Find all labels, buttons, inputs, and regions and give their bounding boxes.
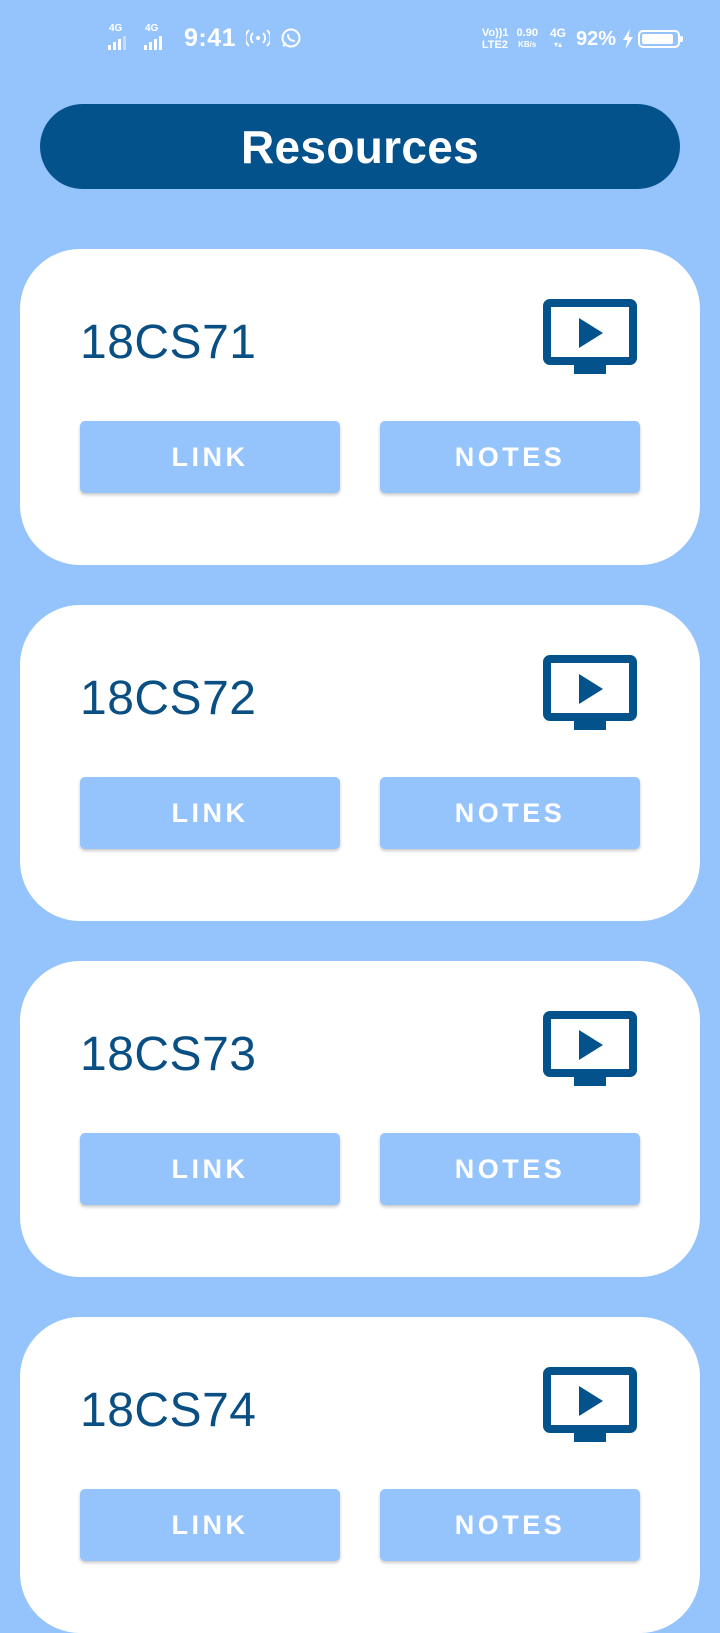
page-title: Resources <box>241 120 479 173</box>
notes-button[interactable]: NOTES <box>380 1489 640 1561</box>
network-speed: 0.90 KB/s <box>517 27 538 51</box>
battery-fill <box>642 34 673 44</box>
whatsapp-icon <box>281 28 301 48</box>
course-card: 18CS73 LINK NOTES <box>20 961 700 1277</box>
volte-indicator: Vo))1 LTE2 <box>482 27 509 51</box>
link-button[interactable]: LINK <box>80 421 340 493</box>
speed-unit: KB/s <box>518 40 537 49</box>
sim2-signal-icon: 4G <box>144 24 174 52</box>
battery-icon <box>638 30 683 48</box>
status-time: 9:41 <box>184 23 237 52</box>
battery-percent: 92% <box>575 27 616 50</box>
notes-button[interactable]: NOTES <box>380 1133 640 1205</box>
notes-button[interactable]: NOTES <box>380 777 640 849</box>
data-activity-icon: ▾▴ <box>553 40 562 49</box>
status-bar-left: 4G 4G 9:41 <box>108 22 302 54</box>
data-network-indicator: 4G ▾▴ <box>550 27 566 51</box>
link-button[interactable]: LINK <box>80 1489 340 1561</box>
video-play-icon[interactable] <box>543 1011 637 1089</box>
bolt-icon <box>623 29 633 49</box>
volte-line2: LTE2 <box>481 39 508 51</box>
video-play-icon[interactable] <box>543 1367 637 1445</box>
hotspot-icon <box>246 29 271 47</box>
link-button[interactable]: LINK <box>80 1133 340 1205</box>
notes-button[interactable]: NOTES <box>380 421 640 493</box>
course-card: 18CS71 LINK NOTES <box>20 249 700 565</box>
sim1-network-label: 4G <box>109 23 123 34</box>
course-card: 18CS72 LINK NOTES <box>20 605 700 921</box>
status-bar-right: Vo))1 LTE2 0.90 KB/s 4G ▾▴ 92% <box>482 22 683 56</box>
link-button[interactable]: LINK <box>80 777 340 849</box>
volte-line1: Vo))1 <box>481 27 509 39</box>
sim2-network-label: 4G <box>145 23 159 34</box>
course-code: 18CS74 <box>80 1384 257 1437</box>
course-card: 18CS74 LINK NOTES <box>20 1317 700 1633</box>
video-play-icon[interactable] <box>543 655 637 733</box>
course-code: 18CS71 <box>80 316 257 369</box>
speed-value: 0.90 <box>516 27 538 39</box>
data-network-label: 4G <box>549 26 566 40</box>
page-header: Resources <box>40 104 680 189</box>
course-code: 18CS73 <box>80 1028 257 1081</box>
status-bar: 4G 4G 9:41 Vo))1 LTE2 0.90 KB/s 4G ▾▴ 92… <box>0 0 720 78</box>
video-play-icon[interactable] <box>543 299 637 377</box>
course-code: 18CS72 <box>80 672 257 725</box>
sim1-signal-icon: 4G <box>108 24 138 52</box>
